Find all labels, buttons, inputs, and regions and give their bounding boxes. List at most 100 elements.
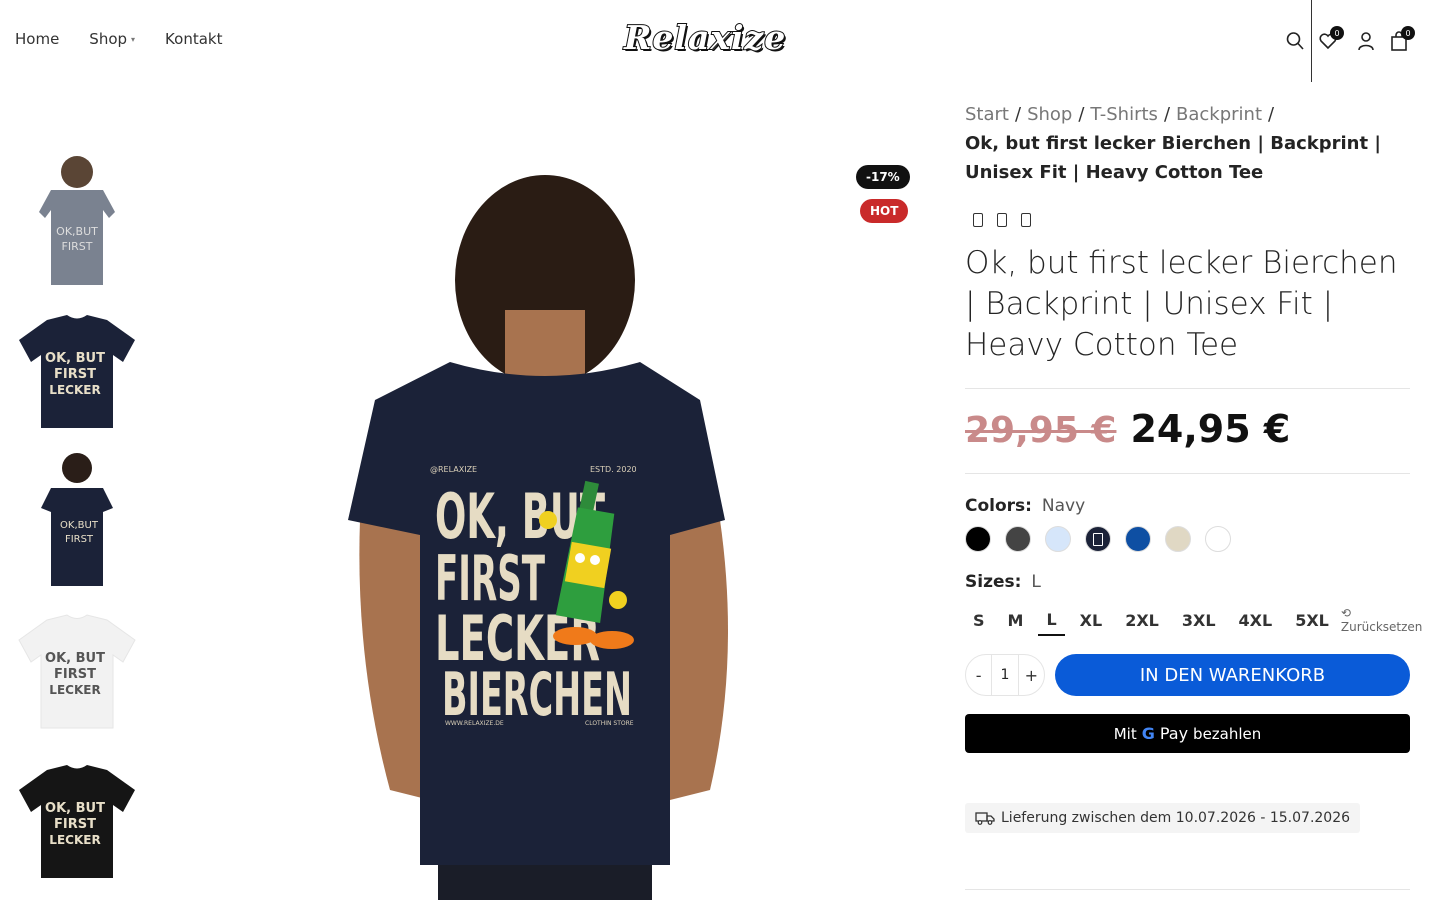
gpay-suffix: bezahlen bbox=[1193, 724, 1262, 743]
size-l[interactable]: L bbox=[1038, 604, 1065, 636]
thumb-image-1: OK,BUT FIRST bbox=[39, 156, 115, 285]
share-pinterest-icon[interactable] bbox=[1021, 213, 1031, 227]
thumb-image-3: OK,BUT FIRST bbox=[41, 453, 113, 586]
thumb-image-4: OK, BUT FIRST LECKER bbox=[18, 614, 136, 729]
qty-plus-button[interactable]: + bbox=[1019, 655, 1044, 695]
nav-shop-label: Shop bbox=[89, 30, 128, 48]
thumbnail-1[interactable]: OK,BUT FIRST bbox=[12, 150, 142, 290]
svg-text:LECKER: LECKER bbox=[49, 683, 100, 697]
main-nav: Home Shop ▾ Kontakt bbox=[15, 30, 222, 48]
thumbnail-4[interactable]: OK, BUT FIRST LECKER bbox=[12, 600, 142, 740]
cart-count: 0 bbox=[1401, 26, 1415, 40]
share-twitter-icon[interactable] bbox=[997, 213, 1007, 227]
size-5xl[interactable]: 5XL bbox=[1287, 604, 1337, 636]
svg-text:FIRST: FIRST bbox=[54, 367, 96, 382]
gpay-pay: Pay bbox=[1159, 724, 1189, 743]
svg-text:FIRST: FIRST bbox=[65, 534, 94, 545]
add-to-cart-row: - 1 + IN DEN WARENKORB bbox=[965, 654, 1412, 696]
product-photo: @RELAXIZE ESTD. 2020 OK, BUT FIRST LECKE… bbox=[348, 175, 728, 900]
svg-text:FIRST: FIRST bbox=[62, 240, 93, 253]
truck-icon bbox=[975, 812, 995, 825]
thumb-image-5: OK, BUT FIRST LECKER bbox=[19, 765, 135, 878]
size-3xl[interactable]: 3XL bbox=[1174, 604, 1224, 636]
sizes-label-text: Sizes bbox=[965, 572, 1015, 592]
swatch-black[interactable] bbox=[965, 526, 991, 552]
divider bbox=[965, 889, 1410, 890]
product-thumbnails: OK,BUT FIRST OK, BUT FIRST LECKER OK,BUT… bbox=[12, 150, 142, 900]
user-icon[interactable] bbox=[1356, 30, 1376, 52]
thumbnail-5[interactable]: OK, BUT FIRST LECKER bbox=[12, 750, 142, 890]
nav-shop[interactable]: Shop ▾ bbox=[89, 30, 135, 48]
print-top-left: @RELAXIZE bbox=[430, 465, 477, 474]
price-current: 24,95 € bbox=[1130, 407, 1291, 451]
wishlist-icon[interactable]: 0 bbox=[1318, 26, 1344, 52]
header-divider bbox=[1311, 0, 1312, 82]
colors-label: Colors: Navy bbox=[965, 496, 1086, 516]
sizes-label: Sizes: L bbox=[965, 572, 1041, 592]
add-to-cart-button[interactable]: IN DEN WARENKORB bbox=[1055, 654, 1410, 696]
swatch-navy[interactable] bbox=[1085, 526, 1111, 552]
size-4xl[interactable]: 4XL bbox=[1231, 604, 1281, 636]
thumb-image-2: OK, BUT FIRST LECKER bbox=[19, 315, 135, 428]
breadcrumb-current: Ok, but first lecker Bierchen | Backprin… bbox=[965, 133, 1381, 183]
breadcrumb-backprint[interactable]: Backprint bbox=[1176, 104, 1262, 125]
qty-minus-button[interactable]: - bbox=[966, 655, 991, 695]
reset-label: Zurücksetzen bbox=[1340, 620, 1423, 634]
reset-icon: ⟲ bbox=[1340, 606, 1351, 620]
main-product-image[interactable]: @RELAXIZE ESTD. 2020 OK, BUT FIRST LECKE… bbox=[180, 100, 930, 900]
breadcrumb-start[interactable]: Start bbox=[965, 104, 1009, 125]
svg-text:OK, BUT: OK, BUT bbox=[45, 801, 105, 816]
size-2xl[interactable]: 2XL bbox=[1117, 604, 1167, 636]
swatch-white[interactable] bbox=[1205, 526, 1231, 552]
site-logo[interactable]: Relaxize bbox=[623, 17, 786, 58]
qty-input[interactable]: 1 bbox=[991, 655, 1019, 695]
colors-label-text: Colors bbox=[965, 496, 1026, 516]
swatch-light-blue[interactable] bbox=[1045, 526, 1071, 552]
product-title: Ok, but first lecker Bierchen | Backprin… bbox=[965, 245, 1398, 363]
svg-text:FIRST: FIRST bbox=[54, 817, 96, 832]
divider bbox=[965, 473, 1410, 474]
reset-variations-link[interactable]: ⟲ Zurücksetzen bbox=[1341, 606, 1423, 634]
sizes-selected: L bbox=[1031, 572, 1041, 592]
sale-badge: -17% bbox=[856, 165, 910, 189]
gpay-prefix: Mit bbox=[1113, 724, 1137, 743]
svg-text:OK, BUT: OK, BUT bbox=[45, 651, 105, 666]
chevron-down-icon: ▾ bbox=[131, 35, 136, 44]
swatch-royal-blue[interactable] bbox=[1125, 526, 1151, 552]
price-old: 29,95 € bbox=[965, 410, 1117, 451]
share-icons bbox=[965, 213, 1412, 227]
breadcrumb: Start / Shop / T-Shirts / Backprint / Ok, but fi… bbox=[965, 104, 1381, 183]
svg-text:LECKER: LECKER bbox=[49, 833, 100, 847]
svg-text:OK, BUT: OK, BUT bbox=[45, 351, 105, 366]
google-g-icon: G bbox=[1141, 724, 1155, 743]
size-options: S M L XL 2XL 3XL 4XL 5XL ⟲ Zurücksetzen bbox=[965, 604, 1422, 636]
search-icon[interactable] bbox=[1285, 30, 1305, 52]
print-bottom-right: CLOTHIN STORE bbox=[585, 720, 634, 727]
site-header: Home Shop ▾ Kontakt Relaxize 0 0 bbox=[0, 0, 1440, 82]
wishlist-count: 0 bbox=[1330, 26, 1344, 40]
product-summary: Start / Shop / T-Shirts / Backprint / Ok, but fi… bbox=[965, 100, 1422, 833]
print-top-right: ESTD. 2020 bbox=[590, 465, 637, 474]
svg-text:OK,BUT: OK,BUT bbox=[60, 520, 99, 531]
print-bottom-left: WWW.RELAXIZE.DE bbox=[445, 720, 504, 727]
size-s[interactable]: S bbox=[965, 604, 993, 636]
size-m[interactable]: M bbox=[1000, 604, 1032, 636]
breadcrumb-shop[interactable]: Shop bbox=[1027, 104, 1072, 125]
nav-kontakt[interactable]: Kontakt bbox=[165, 30, 222, 48]
delivery-text: Lieferung zwischen dem 10.07.2026 - 15.0… bbox=[1001, 810, 1351, 826]
colors-selected: Navy bbox=[1041, 496, 1086, 516]
google-pay-button[interactable]: Mit G Pay bezahlen bbox=[965, 714, 1410, 753]
price: 29,95 € 24,95 € bbox=[965, 389, 1412, 473]
swatch-sand[interactable] bbox=[1165, 526, 1191, 552]
color-swatches bbox=[965, 526, 1412, 552]
share-facebook-icon[interactable] bbox=[973, 213, 983, 227]
hot-badge: HOT bbox=[860, 199, 909, 223]
size-xl[interactable]: XL bbox=[1072, 604, 1111, 636]
svg-text:FIRST: FIRST bbox=[54, 667, 96, 682]
thumbnail-3[interactable]: OK,BUT FIRST bbox=[12, 450, 142, 590]
swatch-dark-grey[interactable] bbox=[1005, 526, 1031, 552]
thumbnail-2[interactable]: OK, BUT FIRST LECKER bbox=[12, 300, 142, 440]
nav-home[interactable]: Home bbox=[15, 30, 59, 48]
cart-icon[interactable]: 0 bbox=[1389, 26, 1415, 52]
breadcrumb-tshirts[interactable]: T-Shirts bbox=[1090, 104, 1158, 125]
